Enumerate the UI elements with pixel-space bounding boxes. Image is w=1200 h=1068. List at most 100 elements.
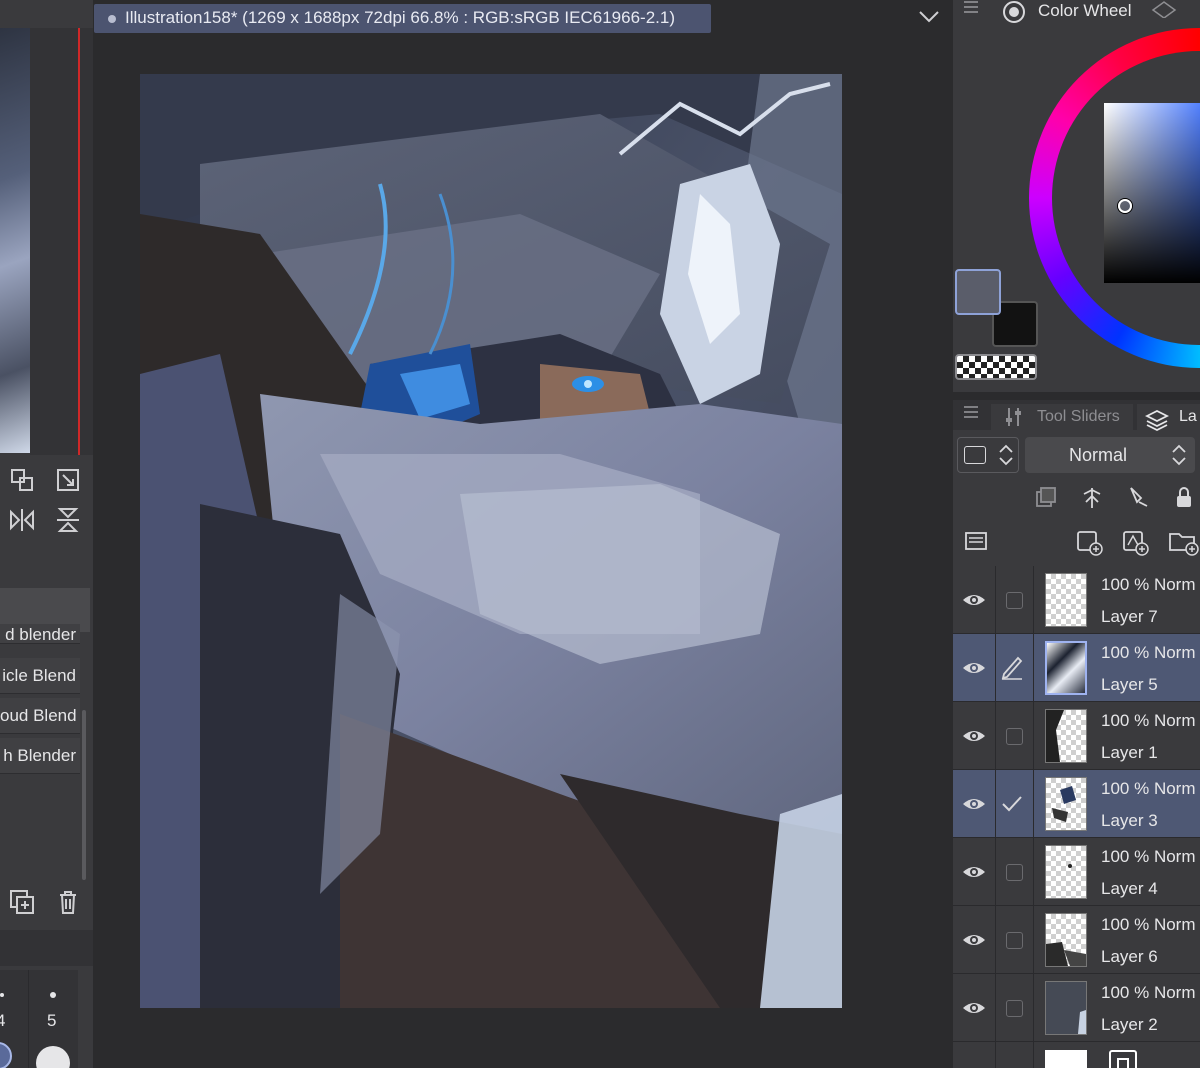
layer-opacity-mode: 100 % Norm [1101, 915, 1196, 934]
divider [995, 702, 996, 770]
divider [1033, 702, 1034, 770]
color-picker-cursor[interactable] [1118, 199, 1132, 213]
layer-name[interactable]: Layer 1 [1101, 743, 1158, 763]
brush-item[interactable]: d blender [0, 624, 80, 644]
layer-name[interactable]: Layer 3 [1101, 811, 1158, 831]
pen-icon [1001, 656, 1023, 680]
artwork-illustration [140, 74, 842, 1008]
chevron-down-icon[interactable] [918, 6, 940, 26]
panel-divider [953, 392, 1200, 400]
navigator-red-guide [78, 28, 80, 455]
main-color-swatch[interactable] [955, 269, 1001, 315]
transparent-color-swatch[interactable] [955, 354, 1037, 380]
brush-item[interactable]: oud Blend [0, 698, 80, 734]
flip-horizontal-icon[interactable] [8, 506, 36, 534]
layer-opacity-mode: 100 % Norm [1101, 847, 1196, 866]
layer-name[interactable]: Layer 5 [1101, 675, 1158, 695]
paper-icon [1109, 1050, 1137, 1068]
layer-row[interactable] [953, 1042, 1200, 1068]
layer-select-checkbox[interactable] [1006, 1000, 1023, 1017]
brush-item[interactable]: h Blender [0, 738, 80, 774]
draft-layer-icon[interactable] [1125, 484, 1151, 510]
layer-row[interactable]: 100 % Norm Layer 6 [953, 906, 1200, 974]
menu-icon[interactable] [963, 405, 979, 421]
divider [995, 566, 996, 634]
saturation-value-square[interactable] [1104, 103, 1200, 283]
layer-thumbnail [1045, 981, 1087, 1035]
navigator-thumbnail[interactable] [0, 28, 30, 453]
expression-color-icon [964, 446, 986, 464]
divider [1033, 634, 1034, 702]
stepper-icon [998, 442, 1014, 468]
eye-icon[interactable] [961, 656, 987, 680]
tab-label: Tool Sliders [1037, 408, 1120, 425]
new-folder-icon[interactable] [1167, 528, 1199, 556]
layer-row[interactable]: 100 % Norm Layer 2 [953, 974, 1200, 1042]
divider [1033, 1042, 1034, 1068]
menu-icon[interactable] [963, 0, 979, 16]
brush-label: oud Blend [0, 706, 77, 725]
document-tab[interactable]: Illustration158* (1269 x 1688px 72dpi 66… [94, 4, 711, 33]
layer-thumbnail [1045, 573, 1087, 627]
eye-icon[interactable] [961, 792, 987, 816]
trash-icon[interactable] [54, 888, 82, 916]
layer-select-checkbox[interactable] [1006, 728, 1023, 745]
drawing-canvas[interactable] [140, 74, 842, 1008]
right-panel: Color Wheel Tool Sliders La Normal 100 %… [953, 0, 1200, 1068]
check-icon[interactable] [1001, 794, 1023, 814]
layer-name[interactable]: Layer 4 [1101, 879, 1158, 899]
divider [995, 838, 996, 906]
layer-name[interactable]: Layer 6 [1101, 947, 1158, 967]
layer-thumbnail [1045, 845, 1087, 899]
eye-icon[interactable] [961, 860, 987, 884]
blend-mode-value: Normal [1069, 445, 1128, 465]
lock-icon[interactable] [1171, 484, 1197, 510]
color-wheel-tab-icon[interactable] [1002, 0, 1026, 24]
layer-thumbnail [1045, 777, 1087, 831]
eye-icon[interactable] [961, 928, 987, 952]
navigator-pane [30, 28, 93, 455]
eye-icon[interactable] [961, 588, 987, 612]
layer-property-tab-icon[interactable] [1151, 0, 1177, 19]
eye-icon[interactable] [961, 724, 987, 748]
layer-opacity-mode: 100 % Norm [1101, 575, 1196, 594]
layer-row[interactable]: 100 % Norm Layer 1 [953, 702, 1200, 770]
divider [1033, 838, 1034, 906]
brush-list-scrollbar[interactable] [82, 710, 86, 880]
brush-item[interactable]: icle Blend [0, 658, 80, 694]
blend-mode-select[interactable]: Normal [1025, 437, 1195, 473]
layer-row[interactable]: 100 % Norm Layer 3 [953, 770, 1200, 838]
brush-size-preview [0, 993, 4, 997]
brush-label: d blender [5, 625, 76, 644]
divider [1033, 974, 1034, 1042]
clip-layer-icon[interactable] [1033, 484, 1059, 510]
reference-layer-icon[interactable] [1079, 484, 1105, 510]
layer-opacity-mode: 100 % Norm [1101, 779, 1196, 798]
layer-select-checkbox[interactable] [1006, 932, 1023, 949]
expression-color-select[interactable] [957, 437, 1019, 473]
layer-row[interactable]: 100 % Norm Layer 5 [953, 634, 1200, 702]
flip-vertical-icon[interactable] [54, 506, 82, 534]
layer-row[interactable]: 100 % Norm Layer 4 [953, 838, 1200, 906]
color-wheel-title[interactable]: Color Wheel [1038, 1, 1132, 21]
brush-size-label[interactable]: 4 [0, 1011, 5, 1031]
brush-size-header [0, 930, 93, 966]
new-raster-layer-icon[interactable] [1075, 528, 1103, 556]
brush-size-label[interactable]: 5 [47, 1011, 56, 1031]
layer-blend-row: Normal [953, 430, 1200, 480]
divider [995, 974, 996, 1042]
eye-icon[interactable] [961, 996, 987, 1020]
new-vector-layer-icon[interactable] [1121, 528, 1149, 556]
layer-list: 100 % Norm Layer 7 100 % Norm Layer 5 10… [953, 566, 1200, 1068]
layer-opacity-mode: 100 % Norm [1101, 643, 1196, 662]
duplicate-subtool-icon[interactable] [8, 888, 36, 916]
fit-view-icon[interactable] [54, 466, 82, 494]
document-title: Illustration158* (1269 x 1688px 72dpi 66… [125, 8, 675, 27]
layer-name[interactable]: Layer 7 [1101, 607, 1158, 627]
layer-name[interactable]: Layer 2 [1101, 1015, 1158, 1035]
layer-settings-icon[interactable] [963, 528, 989, 554]
rotate-view-icon[interactable] [8, 466, 36, 494]
layer-row[interactable]: 100 % Norm Layer 7 [953, 566, 1200, 634]
layer-select-checkbox[interactable] [1006, 592, 1023, 609]
layer-select-checkbox[interactable] [1006, 864, 1023, 881]
